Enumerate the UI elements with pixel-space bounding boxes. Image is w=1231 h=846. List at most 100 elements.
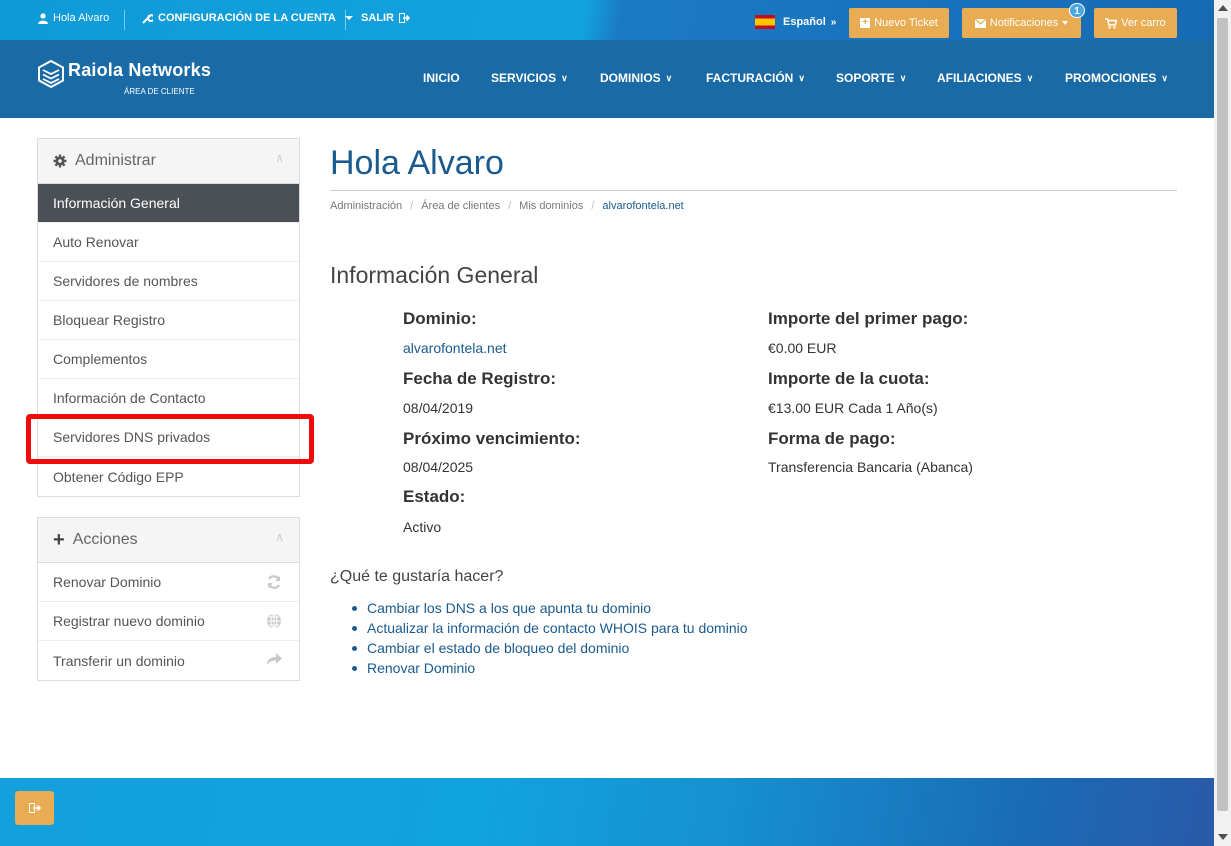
user-icon <box>38 12 48 24</box>
sidebar-item-label: Información General <box>53 195 180 211</box>
new-ticket-label: Nuevo Ticket <box>874 17 938 29</box>
refresh-icon <box>267 575 281 589</box>
footer <box>0 778 1214 846</box>
double-chevron-down-icon: » <box>830 16 837 28</box>
language-selector[interactable]: Español » <box>755 15 836 29</box>
notifications-button[interactable]: Notificaciones <box>962 8 1081 38</box>
logout-link[interactable]: SALIR <box>361 12 410 24</box>
chevron-down-icon: ∨ <box>1026 72 1034 83</box>
status-label: Estado: <box>403 487 466 506</box>
sign-out-icon <box>28 803 41 813</box>
scrollbar-thumb[interactable] <box>1217 18 1228 811</box>
domain-value-link[interactable]: alvarofontela.net <box>403 340 507 356</box>
breadcrumb-item[interactable]: Área de clientes <box>421 200 500 212</box>
nav-facturacion[interactable]: FACTURACIÓN ∨ <box>706 71 805 85</box>
sidebar-item-auto-renovar[interactable]: Auto Renovar <box>38 223 299 262</box>
sidebar-item-servidores-de-nombres[interactable]: Servidores de nombres <box>38 262 299 301</box>
sidebar-item-complementos[interactable]: Complementos <box>38 340 299 379</box>
plus-square-icon: + <box>860 18 871 28</box>
nav-dominios[interactable]: DOMINIOS ∨ <box>600 71 672 85</box>
nav-soporte[interactable]: SOPORTE ∨ <box>836 71 906 85</box>
nav-dominios-label: DOMINIOS <box>600 71 661 85</box>
next-due-value: 08/04/2025 <box>403 459 474 475</box>
action-renew-domain-link[interactable]: Renovar Dominio <box>352 658 748 678</box>
actions-panel-header[interactable]: + Acciones ∧ <box>38 518 299 563</box>
breadcrumb: Administración / Área de clientes / Mis domi… <box>330 200 684 212</box>
sidebar-item-label: Transferir un dominio <box>53 652 185 669</box>
admin-panel-header[interactable]: Administrar ∧ <box>38 139 299 184</box>
brand-subtitle: ÁREA DE CLIENTE <box>124 87 195 96</box>
sidebar-item-label: Obtener Código EPP <box>53 468 184 485</box>
sidebar-item-label: Servidores de nombres <box>53 273 198 289</box>
actions-question: ¿Qué te gustaría hacer? <box>330 568 504 585</box>
sidebar-item-label: Información de Contacto <box>53 390 206 406</box>
sidebar-item-label: Bloquear Registro <box>53 312 166 328</box>
payment-method-value: Transferencia Bancaria (Abanca) <box>768 459 973 475</box>
chevron-down-icon: ∨ <box>1161 72 1168 83</box>
action-change-dns-link[interactable]: Cambiar los DNS a los que apunta tu domi… <box>352 598 748 618</box>
user-greeting: Hola Alvaro <box>53 12 110 24</box>
recurring-amount-label: Importe de la cuota: <box>768 369 930 388</box>
actions-panel-title: Acciones <box>72 531 138 548</box>
actions-panel: + Acciones ∧ Renovar Dominio Registrar n… <box>37 517 300 681</box>
new-ticket-button[interactable]: + Nuevo Ticket <box>849 8 949 38</box>
chevron-down-icon: ∨ <box>899 72 907 83</box>
logout-label: SALIR <box>361 12 394 24</box>
globe-icon <box>267 613 281 629</box>
language-label: Español <box>783 16 826 28</box>
nav-servicios-label: SERVICIOS <box>491 71 557 85</box>
breadcrumb-item[interactable]: Administración <box>330 200 402 212</box>
footer-logout-button[interactable] <box>15 791 54 825</box>
logo-cube-icon <box>38 60 64 88</box>
nav-facturacion-label: FACTURACIÓN <box>706 71 794 85</box>
nav-inicio[interactable]: INICIO <box>423 71 460 85</box>
brand-logo[interactable]: Raiola Networks ÁREA DE CLIENTE <box>38 60 212 96</box>
sidebar-item-informacion-de-contacto[interactable]: Información de Contacto <box>38 379 299 418</box>
scroll-down-arrow-icon[interactable] <box>1218 834 1228 840</box>
highlight-box <box>26 414 314 464</box>
breadcrumb-item[interactable]: Mis dominios <box>519 200 583 212</box>
quick-actions-list: Cambiar los DNS a los que apunta tu domi… <box>352 598 748 678</box>
gear-icon <box>53 154 67 168</box>
first-payment-label: Importe del primer pago: <box>768 309 969 328</box>
notifications-count-badge: 1 <box>1069 3 1085 18</box>
nav-promociones[interactable]: PROMOCIONES ∨ <box>1065 71 1168 85</box>
sidebar-item-label: Registrar nuevo dominio <box>53 613 205 629</box>
notifications-label: Notificaciones <box>989 17 1059 29</box>
action-lock-status-link[interactable]: Cambiar el estado de bloqueo del dominio <box>352 638 748 658</box>
brand-name: Raiola Networks <box>68 60 212 80</box>
chevron-up-icon[interactable]: ∧ <box>275 530 284 544</box>
next-due-label: Próximo vencimiento: <box>403 429 581 448</box>
action-update-whois-link[interactable]: Actualizar la información de contacto WH… <box>352 618 748 638</box>
chevron-down-icon: ∨ <box>561 72 568 83</box>
recurring-amount-value: €13.00 EUR Cada 1 Año(s) <box>768 400 938 416</box>
action-label: Actualizar la información de contacto WH… <box>367 620 748 636</box>
nav-afiliaciones-label: AFILIACIONES <box>937 71 1022 85</box>
view-cart-button[interactable]: Ver carro <box>1094 8 1177 38</box>
account-config-label: CONFIGURACIÓN DE LA CUENTA <box>158 12 336 24</box>
account-config-menu[interactable]: CONFIGURACIÓN DE LA CUENTA <box>142 12 353 24</box>
main-header: Raiola Networks ÁREA DE CLIENTE INICIO S… <box>0 40 1214 118</box>
nav-servicios[interactable]: SERVICIOS ∨ <box>491 71 568 85</box>
sidebar-item-informacion-general[interactable]: Información General <box>38 184 299 223</box>
nav-promociones-label: PROMOCIONES <box>1065 71 1157 85</box>
chevron-down-icon <box>344 16 353 20</box>
first-payment-value: €0.00 EUR <box>768 340 837 356</box>
sidebar-item-transferir-un-dominio[interactable]: Transferir un dominio <box>38 641 299 680</box>
sidebar-item-registrar-nuevo-dominio[interactable]: Registrar nuevo dominio <box>38 602 299 641</box>
title-divider <box>330 190 1177 191</box>
chevron-up-icon[interactable]: ∧ <box>275 151 284 165</box>
nav-afiliaciones[interactable]: AFILIACIONES ∨ <box>937 71 1033 85</box>
action-label: Cambiar el estado de bloqueo del dominio <box>367 640 630 656</box>
registration-date-value: 08/04/2019 <box>403 400 474 416</box>
sidebar-item-renovar-dominio[interactable]: Renovar Dominio <box>38 563 299 602</box>
breadcrumb-current: alvarofontela.net <box>602 200 684 212</box>
chevron-down-icon: ∨ <box>665 72 673 83</box>
scroll-up-arrow-icon[interactable] <box>1218 5 1228 11</box>
user-menu[interactable]: Hola Alvaro <box>38 12 109 24</box>
cart-label: Ver carro <box>1121 17 1166 29</box>
sidebar-item-bloquear-registro[interactable]: Bloquear Registro <box>38 301 299 340</box>
wrench-icon <box>142 13 153 24</box>
spain-flag-icon <box>755 15 775 29</box>
payment-method-label: Forma de pago: <box>768 429 896 448</box>
